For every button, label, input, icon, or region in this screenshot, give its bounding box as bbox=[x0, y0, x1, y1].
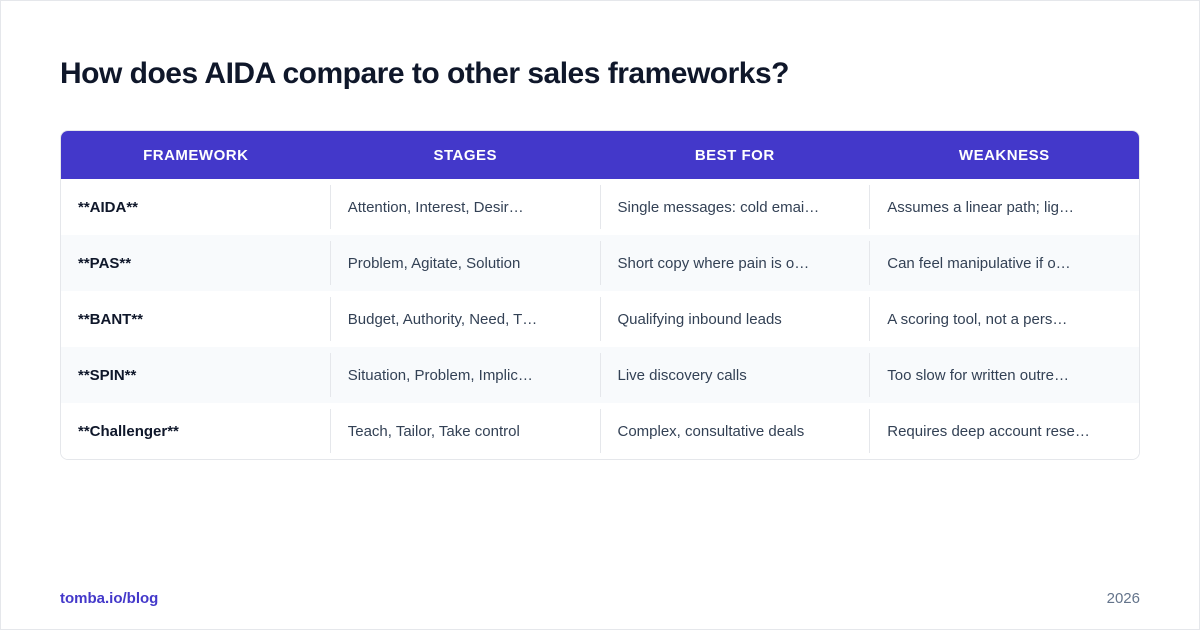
framework-cell: **Challenger** bbox=[78, 422, 179, 440]
best-for-cell: Qualifying inbound leads bbox=[599, 291, 870, 347]
weakness-cell: Assumes a linear path; lig… bbox=[869, 179, 1139, 235]
stages-cell: Attention, Interest, Desir… bbox=[329, 179, 600, 235]
page-title: How does AIDA compare to other sales fra… bbox=[60, 57, 789, 90]
stages-cell: Problem, Agitate, Solution bbox=[329, 235, 600, 291]
framework-cell: **BANT** bbox=[78, 310, 144, 328]
column-header-framework: FRAMEWORK bbox=[143, 146, 249, 164]
comparison-table: FRAMEWORK STAGES BEST FOR WEAKNESS **AID… bbox=[60, 130, 1140, 460]
column-header-weakness: WEAKNESS bbox=[958, 146, 1050, 164]
table-row: **AIDA** Attention, Interest, Desir… Sin… bbox=[61, 179, 1139, 235]
best-for-cell: Single messages: cold emai… bbox=[599, 179, 870, 235]
weakness-cell: Too slow for written outre… bbox=[869, 347, 1139, 403]
table-header: FRAMEWORK STAGES BEST FOR WEAKNESS bbox=[61, 131, 1139, 179]
best-for-cell: Short copy where pain is o… bbox=[599, 235, 870, 291]
weakness-cell: Can feel manipulative if o… bbox=[869, 235, 1139, 291]
weakness-cell: Requires deep account rese… bbox=[869, 403, 1139, 459]
stages-cell: Teach, Tailor, Take control bbox=[329, 403, 600, 459]
framework-cell: **SPIN** bbox=[78, 366, 137, 384]
framework-cell: **AIDA** bbox=[78, 198, 139, 216]
table-row: **Challenger** Teach, Tailor, Take contr… bbox=[61, 403, 1139, 459]
framework-cell: **PAS** bbox=[78, 254, 132, 272]
best-for-cell: Complex, consultative deals bbox=[599, 403, 870, 459]
stages-cell: Situation, Problem, Implic… bbox=[329, 347, 600, 403]
stages-cell: Budget, Authority, Need, T… bbox=[329, 291, 600, 347]
table-row: **BANT** Budget, Authority, Need, T… Qua… bbox=[61, 291, 1139, 347]
table-row: **PAS** Problem, Agitate, Solution Short… bbox=[61, 235, 1139, 291]
table-row: **SPIN** Situation, Problem, Implic… Liv… bbox=[61, 347, 1139, 403]
column-header-best-for: BEST FOR bbox=[694, 146, 775, 164]
year-label: 2026 bbox=[1106, 590, 1140, 607]
column-header-stages: STAGES bbox=[433, 146, 498, 164]
source-link[interactable]: tomba.io/blog bbox=[60, 590, 158, 607]
best-for-cell: Live discovery calls bbox=[599, 347, 870, 403]
weakness-cell: A scoring tool, not a pers… bbox=[869, 291, 1139, 347]
